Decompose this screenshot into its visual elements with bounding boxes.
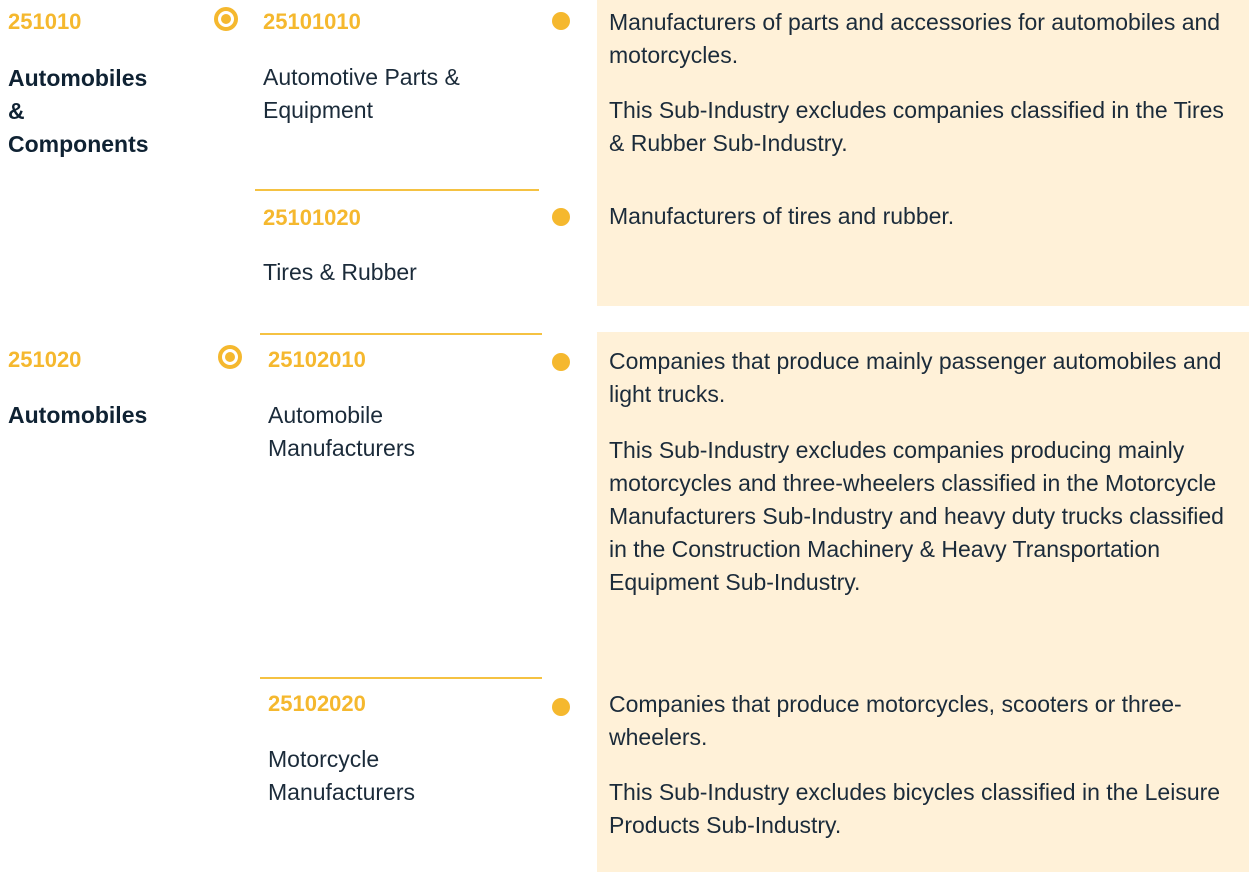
industry-code: 251010 xyxy=(8,9,82,34)
sub-industry-description: Companies that produce mainly passenger … xyxy=(609,348,1222,407)
sub-industry-exclusion: This Sub-Industry excludes bicycles clas… xyxy=(609,779,1221,838)
divider xyxy=(255,189,539,191)
sub-industry-description: Manufacturers of parts and accessories f… xyxy=(609,9,1221,68)
sub-industry-marker-icon xyxy=(552,353,570,371)
industry-marker-icon xyxy=(218,345,242,369)
sub-industry-exclusion: This Sub-Industry excludes companies pro… xyxy=(609,437,1224,595)
sub-industry-marker-icon xyxy=(552,208,570,226)
sub-industry-code: 25101010 xyxy=(263,9,361,34)
sub-industry-code: 25102010 xyxy=(268,347,366,372)
sub-industry-marker-icon xyxy=(552,698,570,716)
sub-industry-name: Automotive Parts & Equipment xyxy=(263,64,460,123)
divider xyxy=(260,677,542,679)
sub-industry-name: Tires & Rubber xyxy=(263,259,417,285)
divider xyxy=(260,333,542,335)
sub-industry-exclusion: This Sub-Industry excludes companies cla… xyxy=(609,97,1224,156)
industry-name: Automobiles & Components xyxy=(8,65,149,157)
sub-industry-marker-icon xyxy=(552,12,570,30)
sub-industry-description: Companies that produce motorcycles, scoo… xyxy=(609,691,1182,750)
sub-industry-code: 25102020 xyxy=(268,691,366,716)
sub-industry-name: Motorcycle Manufacturers xyxy=(268,746,416,805)
industry-code: 251020 xyxy=(8,347,82,372)
sub-industry-code: 25101020 xyxy=(263,205,361,230)
industry-marker-icon xyxy=(214,7,238,31)
sub-industry-description: Manufacturers of tires and rubber. xyxy=(609,203,955,229)
sub-industry-name: Automobile Manufacturers xyxy=(268,402,416,461)
industry-name: Automobiles xyxy=(8,402,148,428)
